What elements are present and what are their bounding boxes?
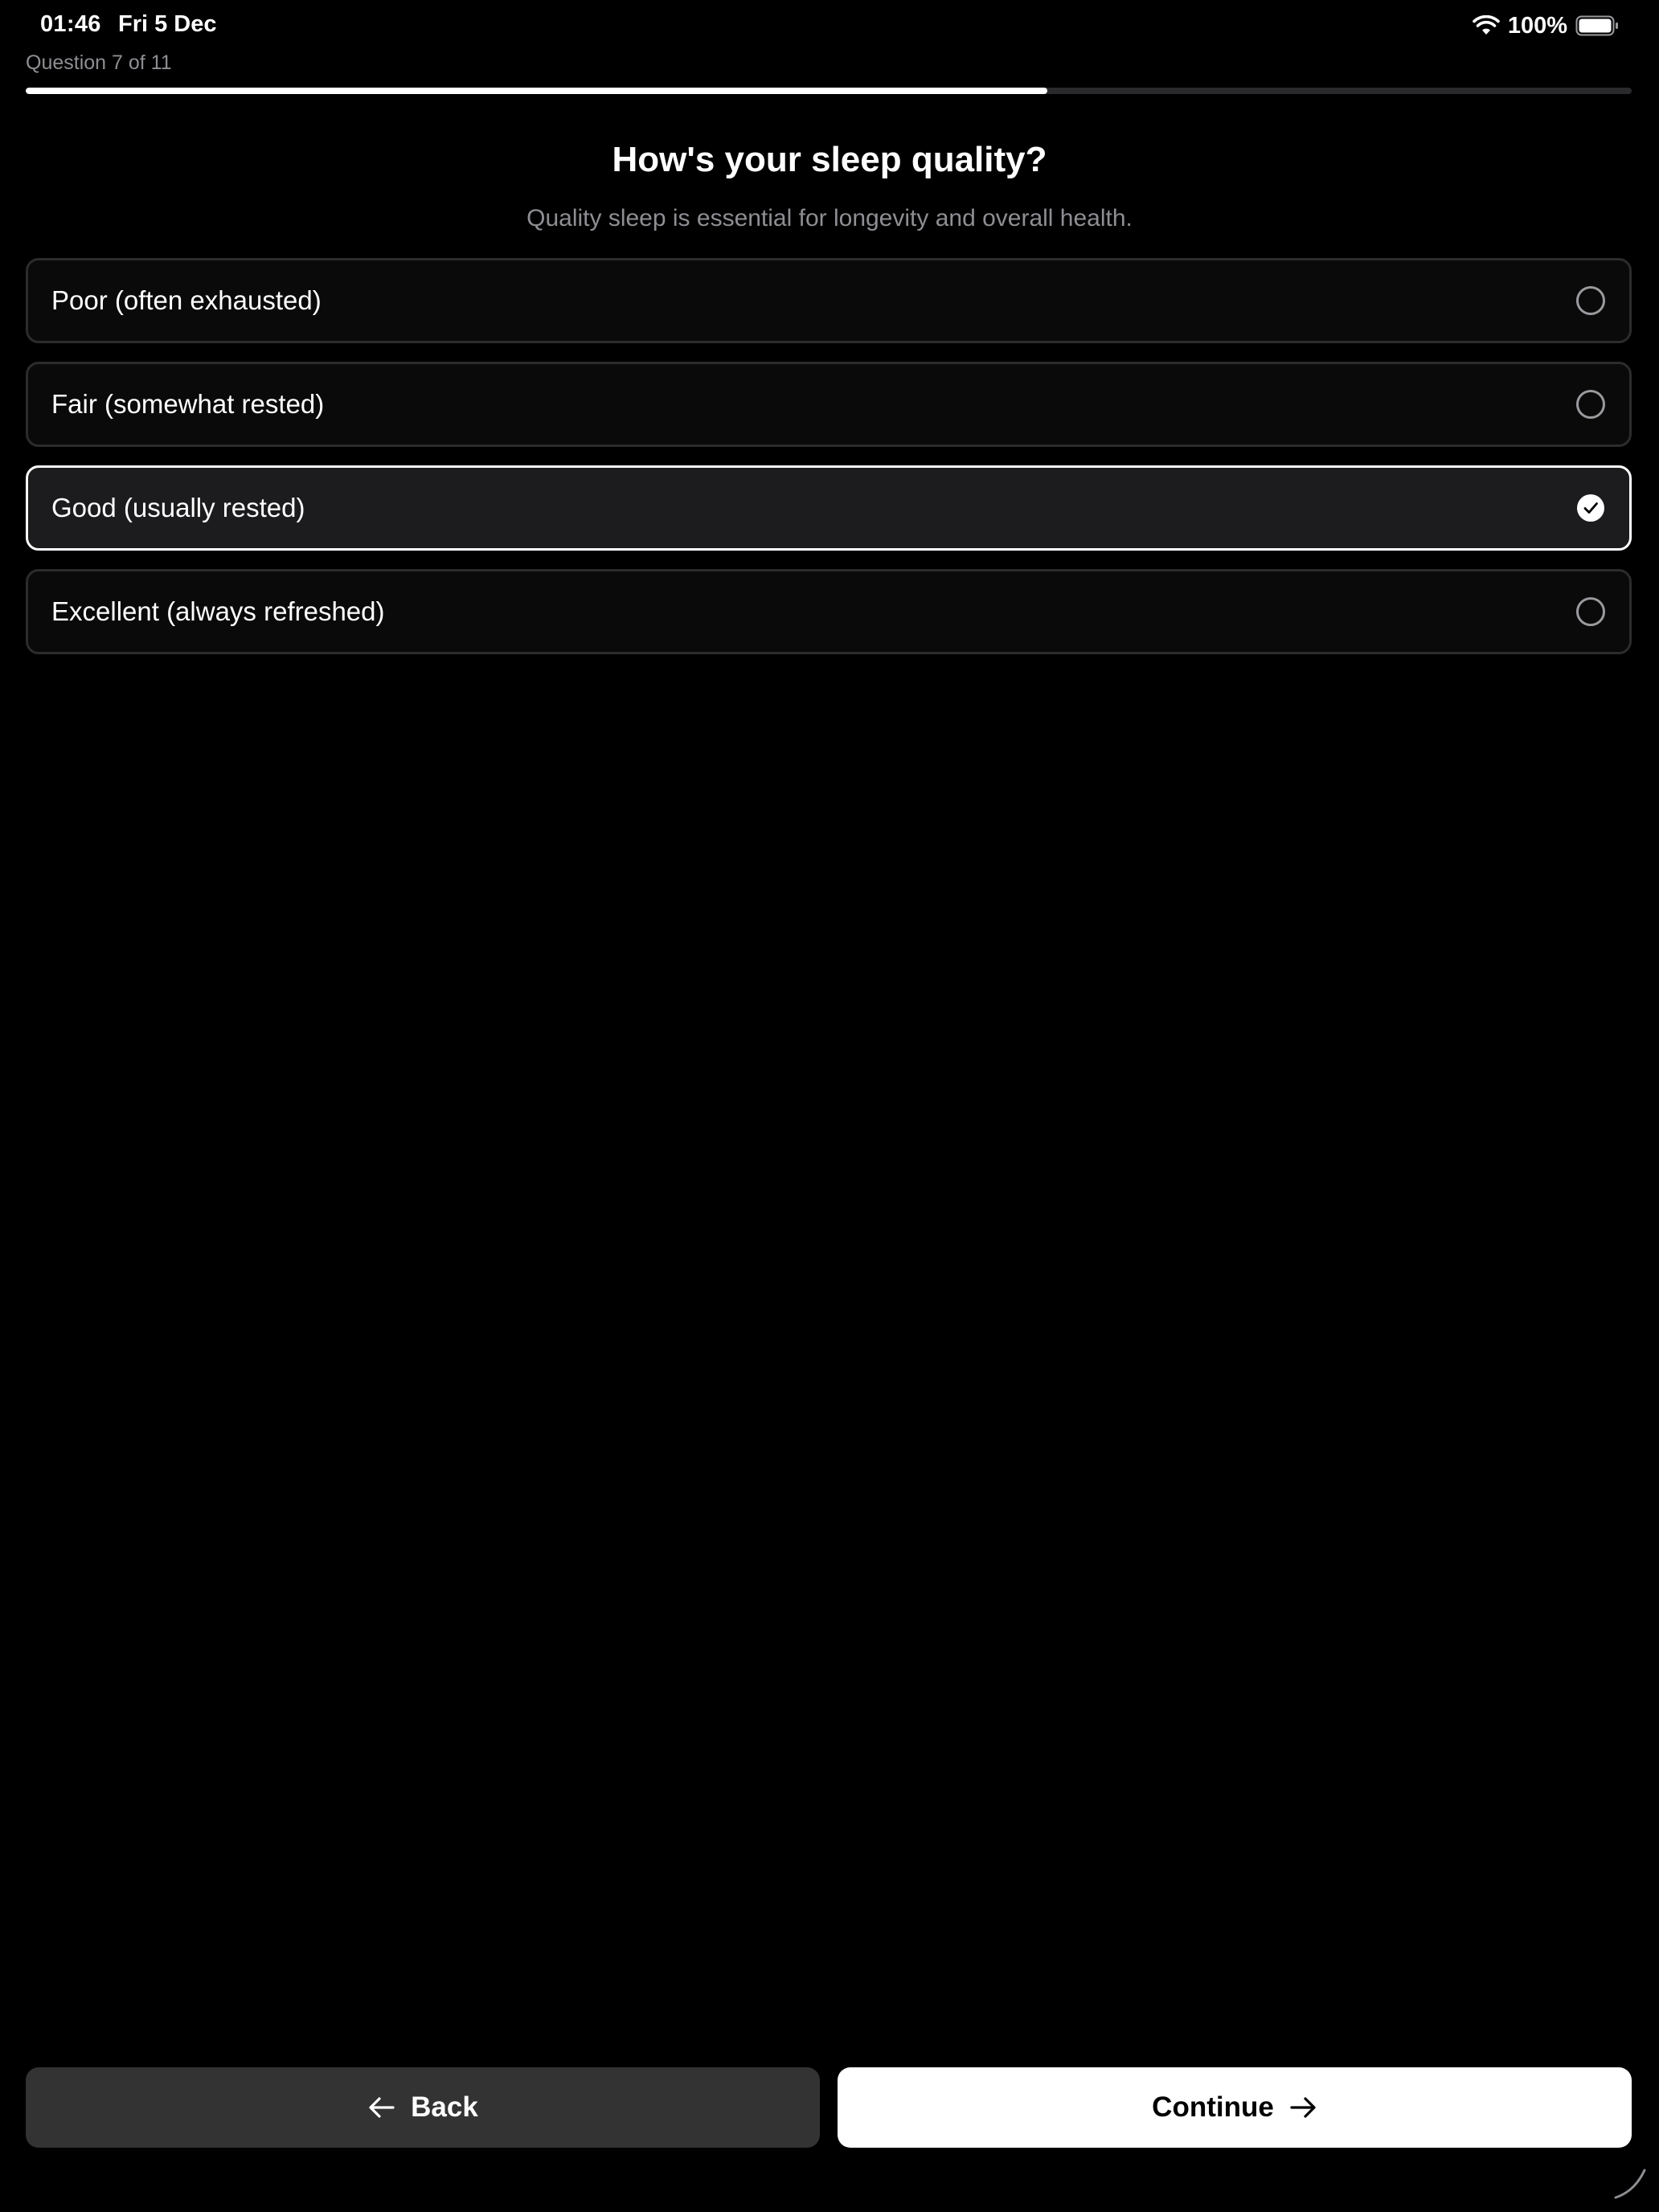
status-time: 01:46	[40, 11, 101, 37]
status-indicators: 100%	[1473, 11, 1619, 40]
status-bar: 01:46 Fri 5 Dec 100%	[0, 0, 1659, 51]
status-date: Fri 5 Dec	[118, 11, 217, 37]
progress-bar-fill	[26, 88, 1047, 94]
question-subtitle: Quality sleep is essential for longevity…	[526, 205, 1133, 231]
battery-percentage: 100%	[1507, 12, 1567, 39]
radio-empty-icon	[1576, 390, 1605, 419]
radio-empty-icon	[1576, 597, 1605, 626]
option-fair[interactable]: Fair (somewhat rested)	[26, 362, 1632, 447]
option-label: Good (usually rested)	[51, 493, 305, 522]
option-label: Excellent (always refreshed)	[51, 596, 385, 626]
option-good[interactable]: Good (usually rested)	[26, 465, 1632, 551]
battery-icon	[1575, 15, 1618, 36]
option-label: Fair (somewhat rested)	[51, 389, 325, 419]
answer-options: Poor (often exhausted) Fair (somewhat re…	[26, 258, 1632, 673]
question-counter: Question 7 of 11	[26, 51, 172, 74]
resize-handle-icon	[1614, 2169, 1646, 2199]
continue-button[interactable]: Continue	[838, 2067, 1632, 2148]
option-excellent[interactable]: Excellent (always refreshed)	[26, 569, 1632, 654]
arrow-left-icon	[369, 2097, 395, 2118]
radio-empty-icon	[1576, 286, 1605, 315]
continue-button-label: Continue	[1152, 2091, 1274, 2123]
question-title: How's your sleep quality?	[612, 140, 1047, 179]
arrow-right-icon	[1290, 2097, 1316, 2118]
option-poor[interactable]: Poor (often exhausted)	[26, 258, 1632, 343]
option-label: Poor (often exhausted)	[51, 285, 322, 315]
navigation-buttons: Back Continue	[26, 2067, 1632, 2148]
progress-bar	[26, 88, 1632, 94]
checkmark-circle-icon	[1577, 494, 1604, 522]
back-button-label: Back	[411, 2091, 478, 2123]
wifi-icon	[1473, 15, 1500, 35]
back-button[interactable]: Back	[26, 2067, 820, 2148]
